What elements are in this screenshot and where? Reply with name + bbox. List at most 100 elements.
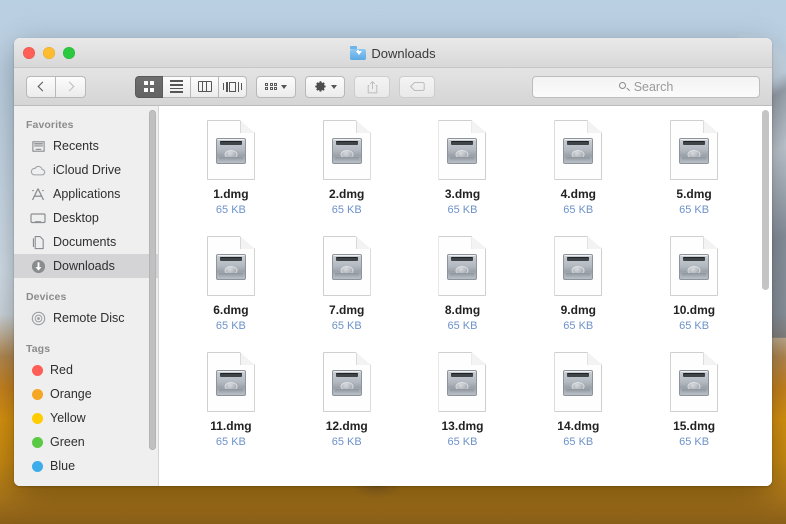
sidebar-item-label: Yellow — [50, 411, 86, 425]
file-item[interactable]: 3.dmg65 KB — [405, 120, 521, 218]
file-grid: 1.dmg65 KB2.dmg65 KB3.dmg65 KB4.dmg65 KB… — [159, 106, 772, 450]
file-item[interactable]: 5.dmg65 KB — [636, 120, 752, 218]
file-name: 13.dmg — [441, 419, 483, 434]
sidebar-scrollbar[interactable] — [149, 110, 156, 450]
disk-image-icon — [323, 236, 371, 296]
view-mode-buttons — [135, 76, 247, 98]
tag-dot-green — [32, 437, 43, 448]
tag-dot-blue — [32, 461, 43, 472]
file-item[interactable]: 14.dmg65 KB — [520, 352, 636, 450]
file-name: 5.dmg — [676, 187, 711, 202]
column-view-button[interactable] — [191, 76, 219, 98]
disk-image-icon — [670, 352, 718, 412]
sidebar-item-label: Recents — [53, 139, 99, 153]
forward-button[interactable] — [56, 76, 86, 98]
file-item[interactable]: 6.dmg65 KB — [173, 236, 289, 334]
file-size: 65 KB — [679, 319, 709, 334]
sidebar-item-recents[interactable]: Recents — [14, 134, 158, 158]
file-name: 9.dmg — [561, 303, 596, 318]
sidebar-item-tag-yellow[interactable]: Yellow — [14, 406, 158, 430]
file-size: 65 KB — [216, 319, 246, 334]
file-name: 12.dmg — [326, 419, 368, 434]
file-size: 65 KB — [563, 435, 593, 450]
file-size: 65 KB — [448, 435, 478, 450]
chevron-left-icon — [38, 82, 48, 92]
disc-icon — [30, 310, 46, 326]
icon-view-button[interactable] — [135, 76, 163, 98]
disk-image-icon — [323, 120, 371, 180]
file-item[interactable]: 8.dmg65 KB — [405, 236, 521, 334]
sidebar-item-desktop[interactable]: Desktop — [14, 206, 158, 230]
file-size: 65 KB — [563, 319, 593, 334]
sidebar-item-tag-orange[interactable]: Orange — [14, 382, 158, 406]
file-item[interactable]: 15.dmg65 KB — [636, 352, 752, 450]
sidebar-item-label: Documents — [53, 235, 116, 249]
file-size: 65 KB — [216, 435, 246, 450]
sidebar-item-tag-blue[interactable]: Blue — [14, 454, 158, 478]
file-size: 65 KB — [563, 203, 593, 218]
chevron-down-icon — [331, 85, 337, 89]
downloads-folder-icon — [350, 46, 366, 60]
grid-icon — [144, 81, 155, 92]
content-scrollbar[interactable] — [762, 110, 769, 290]
sidebar-item-icloud-drive[interactable]: iCloud Drive — [14, 158, 158, 182]
file-item[interactable]: 12.dmg65 KB — [289, 352, 405, 450]
gear-icon — [314, 80, 327, 93]
chevron-down-icon — [281, 85, 287, 89]
columns-icon — [198, 81, 212, 92]
action-button[interactable] — [305, 76, 345, 98]
file-item[interactable]: 11.dmg65 KB — [173, 352, 289, 450]
sidebar-section-favorites: Favorites — [14, 114, 158, 134]
disk-image-icon — [323, 352, 371, 412]
file-name: 7.dmg — [329, 303, 364, 318]
sidebar-section-tags: Tags — [14, 330, 158, 358]
list-icon — [170, 80, 183, 92]
file-name: 6.dmg — [213, 303, 248, 318]
file-name: 4.dmg — [561, 187, 596, 202]
file-item[interactable]: 2.dmg65 KB — [289, 120, 405, 218]
sidebar-item-tag-red[interactable]: Red — [14, 358, 158, 382]
desktop-icon — [30, 210, 46, 226]
file-item[interactable]: 13.dmg65 KB — [405, 352, 521, 450]
toolbar: Search — [14, 68, 772, 106]
file-grid-area[interactable]: 1.dmg65 KB2.dmg65 KB3.dmg65 KB4.dmg65 KB… — [159, 106, 772, 486]
file-item[interactable]: 10.dmg65 KB — [636, 236, 752, 334]
search-icon — [619, 82, 629, 92]
file-item[interactable]: 7.dmg65 KB — [289, 236, 405, 334]
file-size: 65 KB — [448, 319, 478, 334]
page-title: Downloads — [371, 46, 435, 61]
sidebar-item-label: iCloud Drive — [53, 163, 121, 177]
window-titlebar[interactable]: Downloads — [14, 38, 772, 68]
share-button[interactable] — [354, 76, 390, 98]
sidebar-item-downloads[interactable]: Downloads — [14, 254, 158, 278]
sidebar-item-label: Applications — [53, 187, 120, 201]
back-button[interactable] — [26, 76, 56, 98]
sidebar-item-label: Orange — [50, 387, 92, 401]
sidebar-item-tag-green[interactable]: Green — [14, 430, 158, 454]
search-field[interactable]: Search — [532, 76, 760, 98]
disk-image-icon — [554, 120, 602, 180]
navigation-buttons — [26, 76, 86, 98]
file-item[interactable]: 9.dmg65 KB — [520, 236, 636, 334]
documents-icon — [30, 234, 46, 250]
tag-dot-orange — [32, 389, 43, 400]
file-size: 65 KB — [216, 203, 246, 218]
sidebar-item-remote-disc[interactable]: Remote Disc — [14, 306, 158, 330]
window-title-group: Downloads — [14, 38, 772, 68]
chevron-right-icon — [64, 82, 74, 92]
sidebar-item-documents[interactable]: Documents — [14, 230, 158, 254]
sidebar-item-label: Downloads — [53, 259, 115, 273]
disk-image-icon — [438, 352, 486, 412]
file-name: 3.dmg — [445, 187, 480, 202]
finder-window: Downloads — [14, 38, 772, 486]
tag-button[interactable] — [399, 76, 435, 98]
gallery-view-button[interactable] — [219, 76, 247, 98]
desktop: Downloads — [0, 0, 786, 524]
gallery-icon — [223, 82, 242, 92]
file-size: 65 KB — [679, 203, 709, 218]
arrange-button[interactable] — [256, 76, 296, 98]
file-item[interactable]: 4.dmg65 KB — [520, 120, 636, 218]
file-item[interactable]: 1.dmg65 KB — [173, 120, 289, 218]
sidebar-item-applications[interactable]: Applications — [14, 182, 158, 206]
list-view-button[interactable] — [163, 76, 191, 98]
